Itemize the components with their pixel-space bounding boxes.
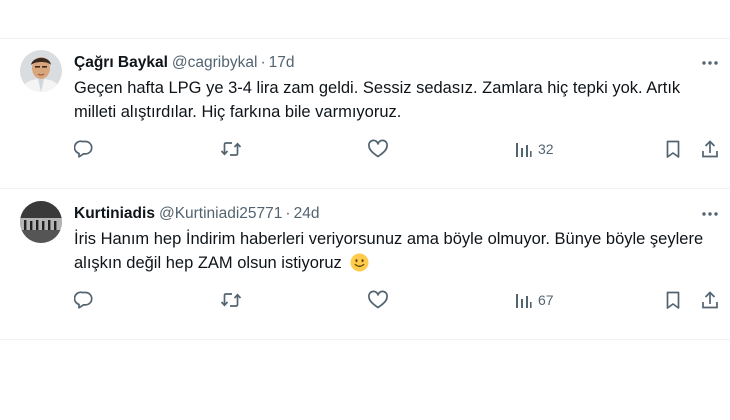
views-button[interactable]: 67 bbox=[514, 285, 554, 315]
bookmark-button[interactable] bbox=[663, 134, 683, 164]
retweet-icon bbox=[220, 293, 242, 307]
retweet-button[interactable] bbox=[220, 134, 242, 164]
tweet-text-body: İris Hanım hep İndirim haberleri veriyor… bbox=[74, 230, 704, 272]
like-button[interactable] bbox=[367, 134, 389, 164]
tweet-cagri-baykal[interactable]: Çağrı Baykal @cagribykal · 17d Geçen hafta … bbox=[0, 38, 730, 188]
retweet-icon bbox=[220, 142, 242, 156]
reply-button[interactable] bbox=[74, 285, 94, 315]
separator-dot: · bbox=[285, 205, 291, 222]
divider bbox=[0, 339, 730, 340]
share-button[interactable] bbox=[700, 285, 720, 315]
reply-button[interactable] bbox=[74, 134, 94, 164]
views-count: 67 bbox=[538, 292, 554, 308]
tweet-text: İris Hanım hep İndirim haberleri veriyor… bbox=[74, 227, 714, 279]
reply-icon bbox=[74, 140, 93, 158]
author-handle[interactable]: @Kurtiniadi25771 bbox=[159, 205, 282, 222]
more-dots-icon[interactable] bbox=[697, 203, 723, 225]
top-strip bbox=[0, 0, 730, 38]
like-heart-icon bbox=[368, 290, 388, 309]
views-bar-chart-icon bbox=[516, 143, 532, 157]
share-button[interactable] bbox=[700, 134, 720, 164]
more-dots-icon[interactable] bbox=[697, 52, 723, 74]
avatar[interactable] bbox=[20, 50, 62, 92]
separator-dot: · bbox=[260, 54, 266, 71]
smile-emoji-icon bbox=[350, 253, 369, 279]
tweet-header: Çağrı Baykal @cagribykal · 17d bbox=[74, 53, 294, 73]
timestamp[interactable]: 24d bbox=[294, 205, 320, 222]
views-bar-chart-icon bbox=[516, 294, 532, 308]
bookmark-button[interactable] bbox=[663, 285, 683, 315]
retweet-button[interactable] bbox=[220, 285, 242, 315]
like-heart-icon bbox=[368, 139, 388, 158]
views-count: 32 bbox=[538, 141, 554, 157]
author-name[interactable]: Kurtiniadis bbox=[74, 205, 155, 222]
avatar[interactable] bbox=[20, 201, 62, 243]
tweet-text: Geçen hafta LPG ye 3-4 lira zam geldi. S… bbox=[74, 79, 681, 121]
timestamp[interactable]: 17d bbox=[269, 54, 295, 71]
author-name[interactable]: Çağrı Baykal bbox=[74, 54, 168, 71]
views-button[interactable]: 32 bbox=[514, 134, 554, 164]
action-bar: 67 bbox=[0, 285, 730, 315]
action-bar: 32 bbox=[0, 134, 730, 164]
bookmark-icon bbox=[666, 291, 680, 309]
tweet-header: Kurtiniadis @Kurtiniadi25771 · 24d bbox=[74, 204, 319, 224]
reply-icon bbox=[74, 291, 93, 309]
share-icon bbox=[702, 140, 718, 158]
author-handle[interactable]: @cagribykal bbox=[172, 54, 258, 71]
share-icon bbox=[702, 291, 718, 309]
reply-feed: Çağrı Baykal @cagribykal · 17d Geçen hafta … bbox=[0, 0, 730, 420]
like-button[interactable] bbox=[367, 285, 389, 315]
tweet-kurtiniadis[interactable]: Kurtiniadis @Kurtiniadi25771 · 24d İris Han… bbox=[0, 189, 730, 339]
bookmark-icon bbox=[666, 140, 680, 158]
